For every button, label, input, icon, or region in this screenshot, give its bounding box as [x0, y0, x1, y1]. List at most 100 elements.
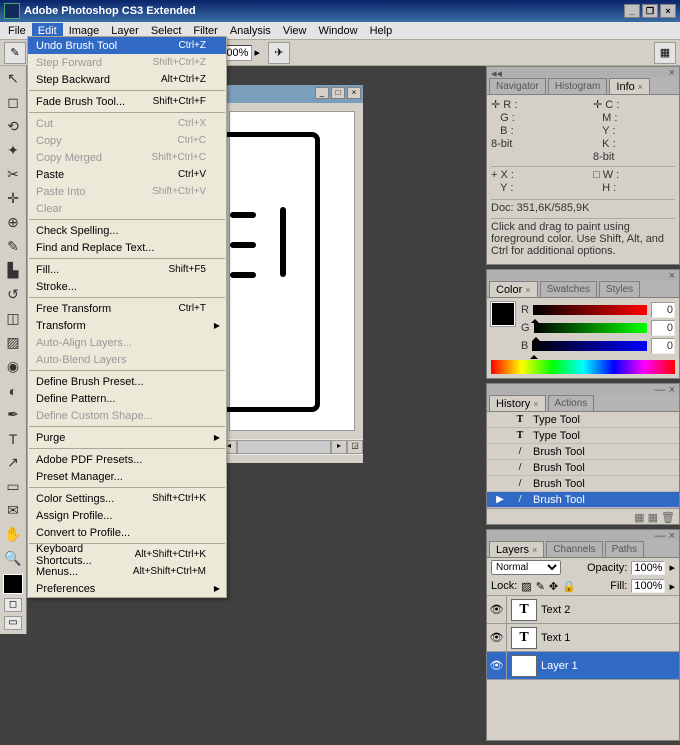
type-tool[interactable]: T	[2, 427, 25, 450]
visibility-icon[interactable]: 👁	[487, 652, 507, 679]
tab-styles[interactable]: Styles	[599, 281, 640, 297]
layer-fill[interactable]: 100%	[631, 579, 665, 593]
airbrush-icon[interactable]: ✈	[268, 42, 290, 64]
flow-flyout[interactable]: ▸	[254, 46, 260, 59]
move-tool[interactable]: ↖	[2, 67, 25, 90]
menu-window[interactable]: Window	[312, 23, 363, 39]
eraser-tool[interactable]: ◫	[2, 307, 25, 330]
palette-well-icon[interactable]: ▦	[654, 42, 676, 64]
canvas[interactable]	[229, 111, 355, 431]
menu-item[interactable]: Find and Replace Text...	[28, 239, 226, 256]
menu-item[interactable]: Assign Profile...	[28, 507, 226, 524]
menu-item[interactable]: Undo Brush ToolCtrl+Z	[28, 37, 226, 54]
eyedropper-tool[interactable]: ✛	[2, 187, 25, 210]
zoom-tool[interactable]: 🔍	[2, 547, 25, 570]
visibility-icon[interactable]: 👁	[487, 596, 507, 623]
menu-item[interactable]: Free TransformCtrl+T	[28, 300, 226, 317]
tab-info[interactable]: Info×	[609, 78, 650, 94]
path-tool[interactable]: ↗	[2, 451, 25, 474]
r-slider[interactable]	[533, 305, 647, 315]
g-value[interactable]: 0	[651, 320, 675, 336]
visibility-icon[interactable]: 👁	[487, 624, 507, 651]
history-brush-tool[interactable]: ↺	[2, 283, 25, 306]
brush-tool[interactable]: ✎	[2, 235, 25, 258]
history-state[interactable]: ▶ /Brush Tool	[487, 492, 679, 508]
lasso-tool[interactable]: ⟲	[2, 115, 25, 138]
history-state[interactable]: /Brush Tool	[487, 444, 679, 460]
color-swatch[interactable]	[491, 302, 515, 326]
history-palette: — × History× Actions TType ToolTType Too…	[486, 383, 680, 525]
shape-tool[interactable]: ▭	[2, 475, 25, 498]
brush-preset-icon[interactable]: ✎	[4, 42, 26, 64]
h-scrollbar[interactable]: ◂▸◲	[221, 439, 363, 455]
restore-button[interactable]: ❐	[642, 4, 658, 18]
layer-row[interactable]: 👁Layer 1	[487, 652, 679, 680]
history-state[interactable]: TType Tool	[487, 428, 679, 444]
lock-position[interactable]: ✥	[549, 580, 558, 593]
lock-all[interactable]: 🔒	[562, 580, 576, 593]
menu-view[interactable]: View	[277, 23, 313, 39]
layer-opacity[interactable]: 100%	[631, 561, 665, 575]
blur-tool[interactable]: ◉	[2, 355, 25, 378]
tab-history[interactable]: History×	[489, 395, 546, 411]
layer-row[interactable]: 👁TText 1	[487, 624, 679, 652]
screen-mode[interactable]: ▭	[4, 616, 22, 630]
doc-close[interactable]: ×	[347, 87, 361, 99]
menu-item[interactable]: Purge▶	[28, 429, 226, 446]
tab-navigator[interactable]: Navigator	[489, 78, 546, 94]
tab-paths[interactable]: Paths	[605, 541, 645, 557]
tab-channels[interactable]: Channels	[546, 541, 602, 557]
b-slider[interactable]	[532, 341, 647, 351]
marquee-tool[interactable]: ◻	[2, 91, 25, 114]
lock-transparent[interactable]: ▨	[521, 580, 531, 593]
tab-histogram[interactable]: Histogram	[548, 78, 608, 94]
menu-item[interactable]: Color Settings...Shift+Ctrl+K	[28, 490, 226, 507]
menu-item[interactable]: Define Pattern...	[28, 390, 226, 407]
menu-item[interactable]: Keyboard Shortcuts...Alt+Shift+Ctrl+K	[28, 546, 226, 563]
menu-item[interactable]: Fade Brush Tool...Shift+Ctrl+F	[28, 93, 226, 110]
quick-mask[interactable]: ◻	[4, 598, 22, 612]
menu-help[interactable]: Help	[364, 23, 399, 39]
menu-item[interactable]: Transform▶	[28, 317, 226, 334]
menu-item[interactable]: Step BackwardAlt+Ctrl+Z	[28, 71, 226, 88]
history-state[interactable]: TType Tool	[487, 412, 679, 428]
gradient-tool[interactable]: ▨	[2, 331, 25, 354]
history-state[interactable]: /Brush Tool	[487, 476, 679, 492]
r-value[interactable]: 0	[651, 302, 675, 318]
menu-item[interactable]: Adobe PDF Presets...	[28, 451, 226, 468]
menu-item[interactable]: Define Brush Preset...	[28, 373, 226, 390]
layer-row[interactable]: 👁TText 2	[487, 596, 679, 624]
tab-layers[interactable]: Layers×	[489, 541, 544, 557]
color-ramp[interactable]	[491, 360, 675, 374]
crop-tool[interactable]: ✂	[2, 163, 25, 186]
stamp-tool[interactable]: ▙	[2, 259, 25, 282]
hand-tool[interactable]: ✋	[2, 523, 25, 546]
tab-swatches[interactable]: Swatches	[540, 281, 597, 297]
menu-item[interactable]: Preferences▶	[28, 580, 226, 597]
doc-minimize[interactable]: _	[315, 87, 329, 99]
tab-color[interactable]: Color×	[489, 281, 538, 297]
menu-item[interactable]: Menus...Alt+Shift+Ctrl+M	[28, 563, 226, 580]
wand-tool[interactable]: ✦	[2, 139, 25, 162]
menu-analysis[interactable]: Analysis	[224, 23, 277, 39]
history-state[interactable]: /Brush Tool	[487, 460, 679, 476]
doc-maximize[interactable]: □	[331, 87, 345, 99]
menu-item[interactable]: Stroke...	[28, 278, 226, 295]
menu-item[interactable]: Convert to Profile...	[28, 524, 226, 541]
blend-mode[interactable]: Normal	[491, 560, 561, 575]
g-slider[interactable]	[534, 323, 647, 333]
tab-actions[interactable]: Actions	[548, 395, 595, 411]
close-button[interactable]: ×	[660, 4, 676, 18]
lock-pixels[interactable]: ✎	[536, 580, 545, 593]
minimize-button[interactable]: _	[624, 4, 640, 18]
healing-tool[interactable]: ⊕	[2, 211, 25, 234]
notes-tool[interactable]: ✉	[2, 499, 25, 522]
b-value[interactable]: 0	[651, 338, 675, 354]
menu-item[interactable]: Preset Manager...	[28, 468, 226, 485]
menu-item[interactable]: Check Spelling...	[28, 222, 226, 239]
foreground-color[interactable]	[3, 574, 23, 594]
dodge-tool[interactable]: ◐	[2, 379, 25, 402]
menu-item[interactable]: Fill...Shift+F5	[28, 261, 226, 278]
menu-item[interactable]: PasteCtrl+V	[28, 166, 226, 183]
pen-tool[interactable]: ✒	[2, 403, 25, 426]
